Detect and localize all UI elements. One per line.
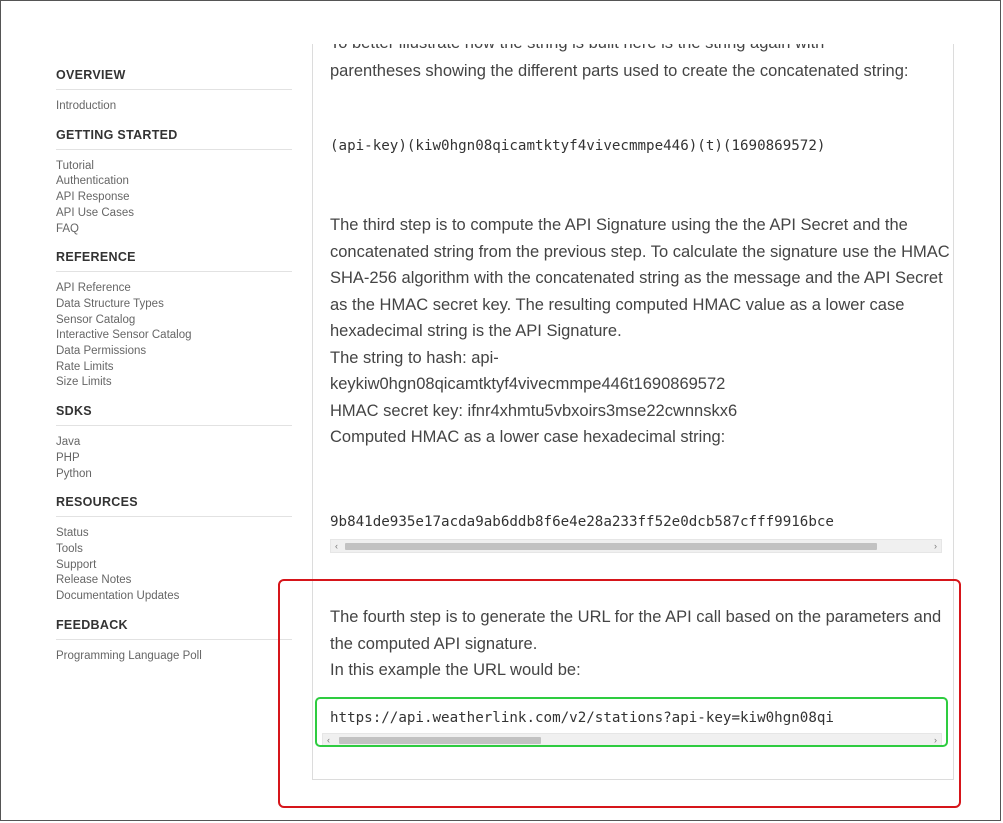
sidebar-item-sensor-catalog[interactable]: Sensor Catalog [56, 313, 296, 329]
intro-paragraph: parentheses showing the different parts … [330, 62, 909, 80]
scroll-right-arrow-icon[interactable]: › [934, 539, 937, 553]
hmac-code-block: 9b841de935e17acda9ab6ddb8f6e4e28a233ff52… [330, 513, 950, 531]
divider [56, 89, 292, 90]
sidebar-group-feedback: FEEDBACK Programming Language Poll [56, 618, 296, 665]
sidebar-heading-reference: REFERENCE [56, 250, 136, 265]
sidebar-group-getting-started: GETTING STARTED Tutorial Authentication … [56, 128, 296, 238]
green-highlight-box [315, 697, 948, 747]
sidebar-item-programming-language-poll[interactable]: Programming Language Poll [56, 649, 296, 665]
sidebar-item-tools[interactable]: Tools [56, 542, 296, 558]
scroll-left-arrow-icon[interactable]: ‹ [335, 539, 338, 553]
sidebar-item-api-response[interactable]: API Response [56, 190, 296, 206]
sidebar-heading-feedback: FEEDBACK [56, 617, 128, 632]
sidebar-group-overview: OVERVIEW Introduction [56, 68, 296, 115]
hmac-code-value: 9b841de935e17acda9ab6ddb8f6e4e28a233ff52… [330, 514, 834, 530]
sidebar-item-size-limits[interactable]: Size Limits [56, 375, 296, 391]
string-to-hash-value: keykiw0hgn08qicamtktyf4vivecmmpe446t1690… [330, 375, 726, 393]
step3-paragraph: The third step is to compute the API Sig… [330, 216, 950, 340]
docs-sidebar: OVERVIEW Introduction GETTING STARTED Tu… [56, 68, 296, 677]
divider [56, 638, 292, 640]
sidebar-item-support[interactable]: Support [56, 558, 296, 574]
sidebar-group-reference: REFERENCE API Reference Data Structure T… [56, 250, 296, 391]
sidebar-item-release-notes[interactable]: Release Notes [56, 573, 296, 589]
sidebar-group-sdks: SDKS Java PHP Python [56, 404, 296, 482]
intro-block: parentheses showing the different parts … [330, 58, 950, 85]
scrollbar-thumb[interactable] [345, 543, 877, 550]
sidebar-item-interactive-sensor-catalog[interactable]: Interactive Sensor Catalog [56, 328, 296, 344]
clipped-line-text: To better illustrate how the string is b… [312, 44, 952, 56]
sidebar-item-documentation-updates[interactable]: Documentation Updates [56, 589, 296, 605]
sidebar-item-faq[interactable]: FAQ [56, 222, 296, 238]
sidebar-item-api-reference[interactable]: API Reference [56, 281, 296, 297]
hmac-secret-key-line: HMAC secret key: ifnr4xhmtu5vbxoirs3mse2… [330, 401, 738, 420]
divider [56, 516, 292, 518]
red-highlight-box [278, 579, 961, 808]
sidebar-item-data-structure-types[interactable]: Data Structure Types [56, 297, 296, 313]
sidebar-item-rate-limits[interactable]: Rate Limits [56, 360, 296, 376]
sidebar-heading-getting-started: GETTING STARTED [56, 127, 178, 142]
sidebar-item-introduction[interactable]: Introduction [56, 99, 296, 115]
sidebar-item-status[interactable]: Status [56, 526, 296, 542]
hmac-code-scrollbar[interactable]: ‹ › [330, 539, 942, 553]
divider [56, 271, 292, 273]
sidebar-item-api-use-cases[interactable]: API Use Cases [56, 206, 296, 222]
sidebar-item-authentication[interactable]: Authentication [56, 174, 296, 190]
computed-hmac-label: Computed HMAC as a lower case hexadecima… [330, 428, 726, 446]
sidebar-heading-resources: RESOURCES [56, 495, 138, 510]
sidebar-heading-overview: OVERVIEW [56, 68, 126, 82]
divider [56, 425, 292, 427]
sidebar-item-php[interactable]: PHP [56, 451, 296, 467]
concat-parts-code-block: (api-key)(kiw0hgn08qicamtktyf4vivecmmpe4… [330, 137, 950, 155]
sidebar-item-python[interactable]: Python [56, 467, 296, 483]
sidebar-heading-sdks: SDKS [56, 404, 92, 419]
clipped-text-line: To better illustrate how the string is b… [312, 44, 952, 58]
sidebar-item-java[interactable]: Java [56, 435, 296, 451]
concat-parts-code: (api-key)(kiw0hgn08qicamtktyf4vivecmmpe4… [330, 138, 826, 154]
string-to-hash-label: The string to hash: api- [330, 348, 499, 367]
sidebar-item-tutorial[interactable]: Tutorial [56, 159, 296, 175]
divider [56, 148, 292, 150]
step3-block: The third step is to compute the API Sig… [330, 212, 950, 451]
sidebar-item-data-permissions[interactable]: Data Permissions [56, 344, 296, 360]
sidebar-group-resources: RESOURCES Status Tools Support Release N… [56, 495, 296, 605]
